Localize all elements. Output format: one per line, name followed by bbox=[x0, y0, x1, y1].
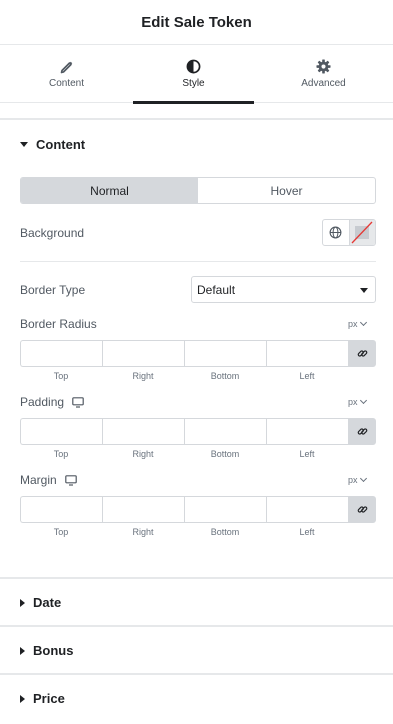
section-content-toggle[interactable]: Content bbox=[20, 137, 85, 152]
padding-label-text: Padding bbox=[20, 395, 65, 409]
margin-unit-select[interactable]: px bbox=[348, 474, 367, 485]
no-color-swatch-icon bbox=[351, 221, 373, 244]
tab-content-label: Content bbox=[48, 77, 85, 89]
border-radius-bottom-input[interactable] bbox=[184, 340, 266, 367]
border-type-select[interactable]: Default bbox=[191, 276, 376, 303]
border-radius-link-button[interactable] bbox=[348, 340, 376, 367]
chevron-down-icon bbox=[360, 288, 368, 293]
panel-tabs: Content Style Advanced bbox=[0, 45, 393, 104]
gear-icon bbox=[316, 59, 331, 74]
background-color-swatch[interactable] bbox=[348, 220, 375, 245]
caret-right-icon bbox=[20, 598, 25, 607]
margin-top-input[interactable] bbox=[20, 496, 102, 523]
link-icon bbox=[357, 428, 367, 435]
pencil-icon bbox=[60, 61, 72, 73]
global-colors-button[interactable] bbox=[323, 220, 349, 245]
dimension-label-bottom: Bottom bbox=[210, 449, 240, 459]
section-bonus-title: Bonus bbox=[33, 643, 74, 658]
padding-left-input[interactable] bbox=[266, 418, 348, 445]
dimension-label-bottom: Bottom bbox=[210, 371, 240, 381]
chevron-down-icon bbox=[359, 318, 367, 327]
tab-advanced-label: Advanced bbox=[301, 78, 346, 89]
section-date-title: Date bbox=[33, 595, 62, 610]
chevron-down-icon bbox=[359, 474, 367, 483]
border-radius-label-text: Border Radius bbox=[20, 317, 97, 331]
padding-top-input[interactable] bbox=[20, 418, 102, 445]
border-radius-unit-select[interactable]: px bbox=[348, 318, 367, 329]
margin-label-text: Margin bbox=[20, 473, 57, 487]
margin-dimension-labels: Top Right Bottom Left bbox=[20, 527, 348, 537]
background-control bbox=[322, 219, 376, 246]
section-divider bbox=[0, 577, 393, 579]
dimension-label-right: Right bbox=[132, 527, 154, 537]
padding-bottom-input[interactable] bbox=[184, 418, 266, 445]
border-radius-right-input[interactable] bbox=[102, 340, 184, 367]
border-radius-top-input[interactable] bbox=[20, 340, 102, 367]
dimension-label-left: Left bbox=[299, 449, 315, 459]
padding-link-button[interactable] bbox=[348, 418, 376, 445]
section-date-toggle[interactable]: Date bbox=[20, 595, 61, 610]
padding-inputs bbox=[20, 418, 376, 445]
dimension-label-top: Top bbox=[53, 371, 69, 381]
desktop-icon[interactable] bbox=[64, 474, 77, 486]
border-radius-label: Border Radius bbox=[20, 317, 97, 331]
dimension-label-right: Right bbox=[132, 371, 154, 381]
section-bonus-toggle[interactable]: Bonus bbox=[20, 643, 73, 658]
border-radius-dimension-labels: Top Right Bottom Left bbox=[20, 371, 348, 381]
chevron-down-icon bbox=[359, 396, 367, 405]
section-divider bbox=[0, 673, 393, 675]
border-type-value: Default bbox=[197, 282, 236, 297]
dimension-label-bottom: Bottom bbox=[210, 527, 240, 537]
section-price-toggle[interactable]: Price bbox=[20, 691, 65, 706]
unit-label: px bbox=[348, 397, 358, 407]
contrast-icon bbox=[186, 59, 201, 74]
margin-inputs bbox=[20, 496, 376, 523]
section-divider bbox=[0, 625, 393, 627]
border-radius-left-input[interactable] bbox=[266, 340, 348, 367]
padding-label: Padding bbox=[20, 395, 84, 409]
desktop-icon[interactable] bbox=[72, 396, 84, 408]
background-label: Background bbox=[20, 226, 84, 240]
margin-bottom-input[interactable] bbox=[184, 496, 266, 523]
margin-link-button[interactable] bbox=[348, 496, 376, 523]
dimension-label-top: Top bbox=[53, 449, 69, 459]
margin-left-input[interactable] bbox=[266, 496, 348, 523]
state-hover-tab[interactable]: Hover bbox=[198, 178, 375, 203]
margin-label: Margin bbox=[20, 473, 77, 487]
panel-title: Edit Sale Token bbox=[141, 13, 252, 31]
dimension-label-right: Right bbox=[132, 449, 154, 459]
border-type-label-text: Border Type bbox=[20, 283, 86, 297]
section-price-title: Price bbox=[33, 691, 65, 706]
padding-dimension-labels: Top Right Bottom Left bbox=[20, 449, 348, 459]
tab-content[interactable]: Content bbox=[0, 45, 133, 103]
margin-right-input[interactable] bbox=[102, 496, 184, 523]
padding-right-input[interactable] bbox=[102, 418, 184, 445]
state-switch: Normal Hover bbox=[20, 177, 376, 204]
tab-style-label: Style bbox=[182, 78, 205, 89]
dimension-label-left: Left bbox=[299, 527, 315, 537]
dimension-label-left: Left bbox=[299, 371, 315, 381]
section-content-title: Content bbox=[36, 137, 86, 152]
unit-label: px bbox=[348, 319, 358, 329]
caret-down-icon bbox=[20, 142, 28, 147]
link-icon bbox=[357, 350, 367, 357]
state-normal-tab[interactable]: Normal bbox=[21, 178, 198, 203]
border-radius-inputs bbox=[20, 340, 376, 367]
caret-right-icon bbox=[20, 646, 25, 655]
tab-style[interactable]: Style bbox=[133, 45, 254, 104]
section-divider bbox=[20, 261, 376, 262]
globe-icon bbox=[329, 226, 342, 239]
background-label-text: Background bbox=[20, 226, 85, 240]
border-type-label: Border Type bbox=[20, 283, 85, 297]
tab-advanced[interactable]: Advanced bbox=[254, 45, 393, 103]
padding-unit-select[interactable]: px bbox=[348, 396, 367, 407]
link-icon bbox=[357, 506, 367, 513]
unit-label: px bbox=[348, 475, 358, 485]
panel-header: Edit Sale Token bbox=[0, 0, 393, 45]
caret-right-icon bbox=[20, 694, 25, 703]
dimension-label-top: Top bbox=[53, 527, 69, 537]
tabs-separator bbox=[0, 104, 393, 120]
